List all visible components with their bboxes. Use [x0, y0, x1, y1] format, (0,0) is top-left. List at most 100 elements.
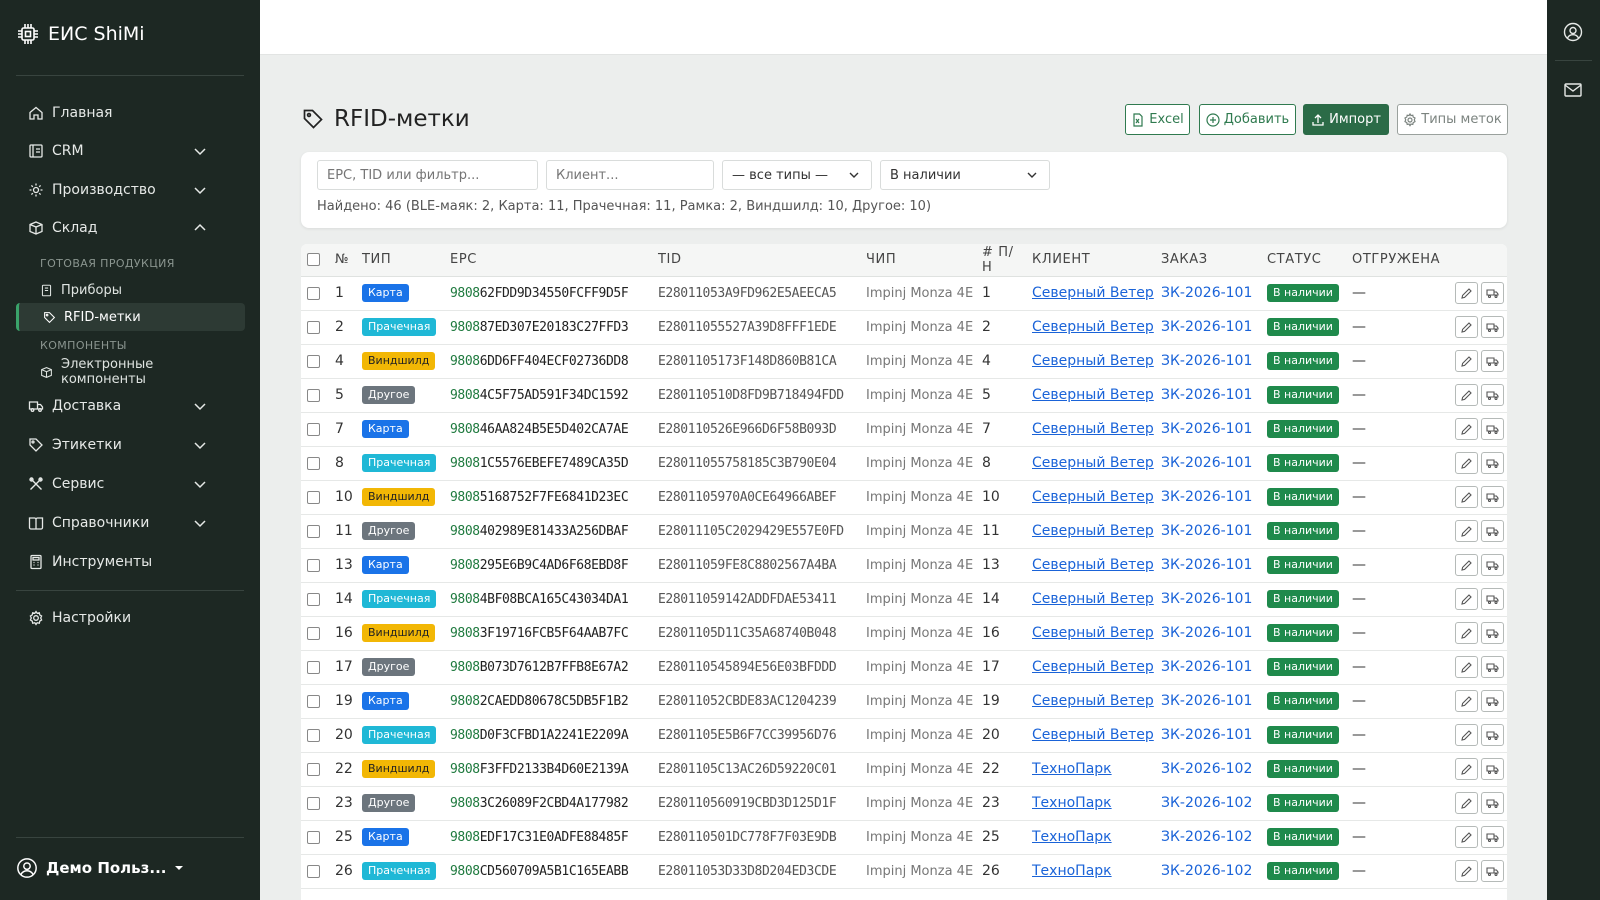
- table-row[interactable]: 2 Прачечная 980887ED307E20183C27FFD3 E28011…: [301, 310, 1507, 345]
- sidebar-item-warehouse[interactable]: Склад: [28, 216, 208, 240]
- ship-button[interactable]: [1481, 656, 1504, 678]
- sidebar-item-rfid[interactable]: RFID-метки: [16, 303, 245, 331]
- status-select[interactable]: В наличии: [880, 160, 1050, 190]
- sidebar-item-devices[interactable]: Приборы: [40, 278, 240, 302]
- sidebar-item-electronic[interactable]: Электронные компоненты: [40, 357, 240, 387]
- edit-button[interactable]: [1455, 486, 1478, 508]
- row-checkbox[interactable]: [307, 456, 320, 470]
- column-header-type[interactable]: ТИП: [356, 244, 444, 277]
- edit-button[interactable]: [1455, 418, 1478, 440]
- client-link[interactable]: Северный Ветер: [1032, 319, 1154, 335]
- client-link[interactable]: Северный Ветер: [1032, 727, 1154, 743]
- row-checkbox[interactable]: [307, 796, 320, 810]
- type-select[interactable]: — все типы —: [722, 160, 872, 190]
- table-row[interactable]: 23 Другое 98083C26089F2CBD4A177982 E2801105…: [301, 786, 1507, 821]
- edit-button[interactable]: [1455, 384, 1478, 406]
- order-link[interactable]: ЗК-2026-101: [1161, 285, 1252, 301]
- row-checkbox[interactable]: [307, 762, 320, 776]
- select-all-checkbox[interactable]: [307, 253, 320, 267]
- table-row[interactable]: 20 Прачечная 9808D0F3CFBD1A2241E2209A E2801…: [301, 718, 1507, 753]
- ship-button[interactable]: [1481, 520, 1504, 542]
- order-link[interactable]: ЗК-2026-101: [1161, 523, 1252, 539]
- order-link[interactable]: ЗК-2026-101: [1161, 727, 1252, 743]
- ship-button[interactable]: [1481, 350, 1504, 372]
- edit-button[interactable]: [1455, 282, 1478, 304]
- mail-icon[interactable]: [1563, 80, 1583, 100]
- app-brand[interactable]: ЕИС ShiMi: [16, 22, 145, 46]
- row-checkbox[interactable]: [307, 490, 320, 504]
- column-header-tid[interactable]: TID: [652, 244, 860, 277]
- row-checkbox[interactable]: [307, 286, 320, 300]
- order-link[interactable]: ЗК-2026-101: [1161, 455, 1252, 471]
- client-link[interactable]: Северный Ветер: [1032, 557, 1154, 573]
- column-header-chip[interactable]: ЧИП: [860, 244, 976, 277]
- sidebar-item-crm[interactable]: CRM: [28, 139, 208, 163]
- row-checkbox[interactable]: [307, 660, 320, 674]
- column-header-status[interactable]: СТАТУС: [1261, 244, 1346, 277]
- client-link[interactable]: Северный Ветер: [1032, 625, 1154, 641]
- client-link[interactable]: Северный Ветер: [1032, 659, 1154, 675]
- ship-button[interactable]: [1481, 418, 1504, 440]
- ship-button[interactable]: [1481, 792, 1504, 814]
- ship-button[interactable]: [1481, 316, 1504, 338]
- user-menu[interactable]: Демо Польз...: [16, 857, 184, 879]
- order-link[interactable]: ЗК-2026-101: [1161, 659, 1252, 675]
- ship-button[interactable]: [1481, 282, 1504, 304]
- add-button[interactable]: Добавить: [1199, 104, 1296, 135]
- row-checkbox[interactable]: [307, 694, 320, 708]
- sidebar-item-labels[interactable]: Этикетки: [28, 433, 208, 457]
- row-checkbox[interactable]: [307, 388, 320, 402]
- edit-button[interactable]: [1455, 350, 1478, 372]
- ship-button[interactable]: [1481, 452, 1504, 474]
- table-row[interactable]: 10 Виндшилд 98085168752F7FE6841D23EC E28011…: [301, 480, 1507, 515]
- order-link[interactable]: ЗК-2026-101: [1161, 557, 1252, 573]
- ship-button[interactable]: [1481, 758, 1504, 780]
- edit-button[interactable]: [1455, 792, 1478, 814]
- table-row[interactable]: 14 Прачечная 98084BF08BCA165C43034DA1 E2801…: [301, 582, 1507, 617]
- ship-button[interactable]: [1481, 724, 1504, 746]
- order-link[interactable]: ЗК-2026-101: [1161, 421, 1252, 437]
- row-checkbox[interactable]: [307, 422, 320, 436]
- edit-button[interactable]: [1455, 690, 1478, 712]
- edit-button[interactable]: [1455, 656, 1478, 678]
- table-row[interactable]: 25 Карта 9808EDF17C31E0ADFE88485F E28011050…: [301, 820, 1507, 855]
- row-checkbox[interactable]: [307, 524, 320, 538]
- table-row[interactable]: 22 Виндшилд 9808F3FFD2133B4D60E2139A E28011…: [301, 752, 1507, 787]
- table-row[interactable]: 16 Виндшилд 98083F19716FCB5F64AAB7FC E28011…: [301, 616, 1507, 651]
- client-link[interactable]: ТехноПарк: [1032, 761, 1112, 777]
- order-link[interactable]: ЗК-2026-102: [1161, 795, 1252, 811]
- table-row[interactable]: 4 Виндшилд 98086DD6FF404ECF02736DD8 E280110…: [301, 344, 1507, 379]
- row-checkbox[interactable]: [307, 320, 320, 334]
- table-row[interactable]: 11 Другое 9808402989E81433A256DBAF E2801110…: [301, 514, 1507, 549]
- order-link[interactable]: ЗК-2026-101: [1161, 319, 1252, 335]
- edit-button[interactable]: [1455, 316, 1478, 338]
- client-link[interactable]: ТехноПарк: [1032, 795, 1112, 811]
- row-checkbox[interactable]: [307, 354, 320, 368]
- edit-button[interactable]: [1455, 452, 1478, 474]
- order-link[interactable]: ЗК-2026-101: [1161, 353, 1252, 369]
- order-link[interactable]: ЗК-2026-102: [1161, 761, 1252, 777]
- account-icon[interactable]: [1563, 22, 1583, 42]
- column-header-order[interactable]: ЗАКАЗ: [1155, 244, 1261, 277]
- row-checkbox[interactable]: [307, 728, 320, 742]
- excel-button[interactable]: Excel: [1125, 104, 1190, 135]
- row-checkbox[interactable]: [307, 592, 320, 606]
- client-link[interactable]: ТехноПарк: [1032, 863, 1112, 879]
- ship-button[interactable]: [1481, 860, 1504, 882]
- column-header-no[interactable]: №: [329, 244, 356, 277]
- client-filter-input[interactable]: [546, 160, 714, 190]
- row-checkbox[interactable]: [307, 626, 320, 640]
- client-link[interactable]: Северный Ветер: [1032, 693, 1154, 709]
- client-link[interactable]: Северный Ветер: [1032, 353, 1154, 369]
- edit-button[interactable]: [1455, 520, 1478, 542]
- order-link[interactable]: ЗК-2026-102: [1161, 829, 1252, 845]
- column-header-shipped[interactable]: ОТГРУЖЕНА: [1346, 244, 1446, 277]
- column-header-client[interactable]: КЛИЕНТ: [1026, 244, 1155, 277]
- ship-button[interactable]: [1481, 588, 1504, 610]
- client-link[interactable]: Северный Ветер: [1032, 523, 1154, 539]
- table-row[interactable]: 8 Прачечная 98081C5576EBEFE7489CA35D E28011…: [301, 446, 1507, 481]
- order-link[interactable]: ЗК-2026-101: [1161, 489, 1252, 505]
- edit-button[interactable]: [1455, 622, 1478, 644]
- table-row[interactable]: 5 Другое 98084C5F75AD591F34DC1592 E28011051…: [301, 378, 1507, 413]
- client-link[interactable]: Северный Ветер: [1032, 455, 1154, 471]
